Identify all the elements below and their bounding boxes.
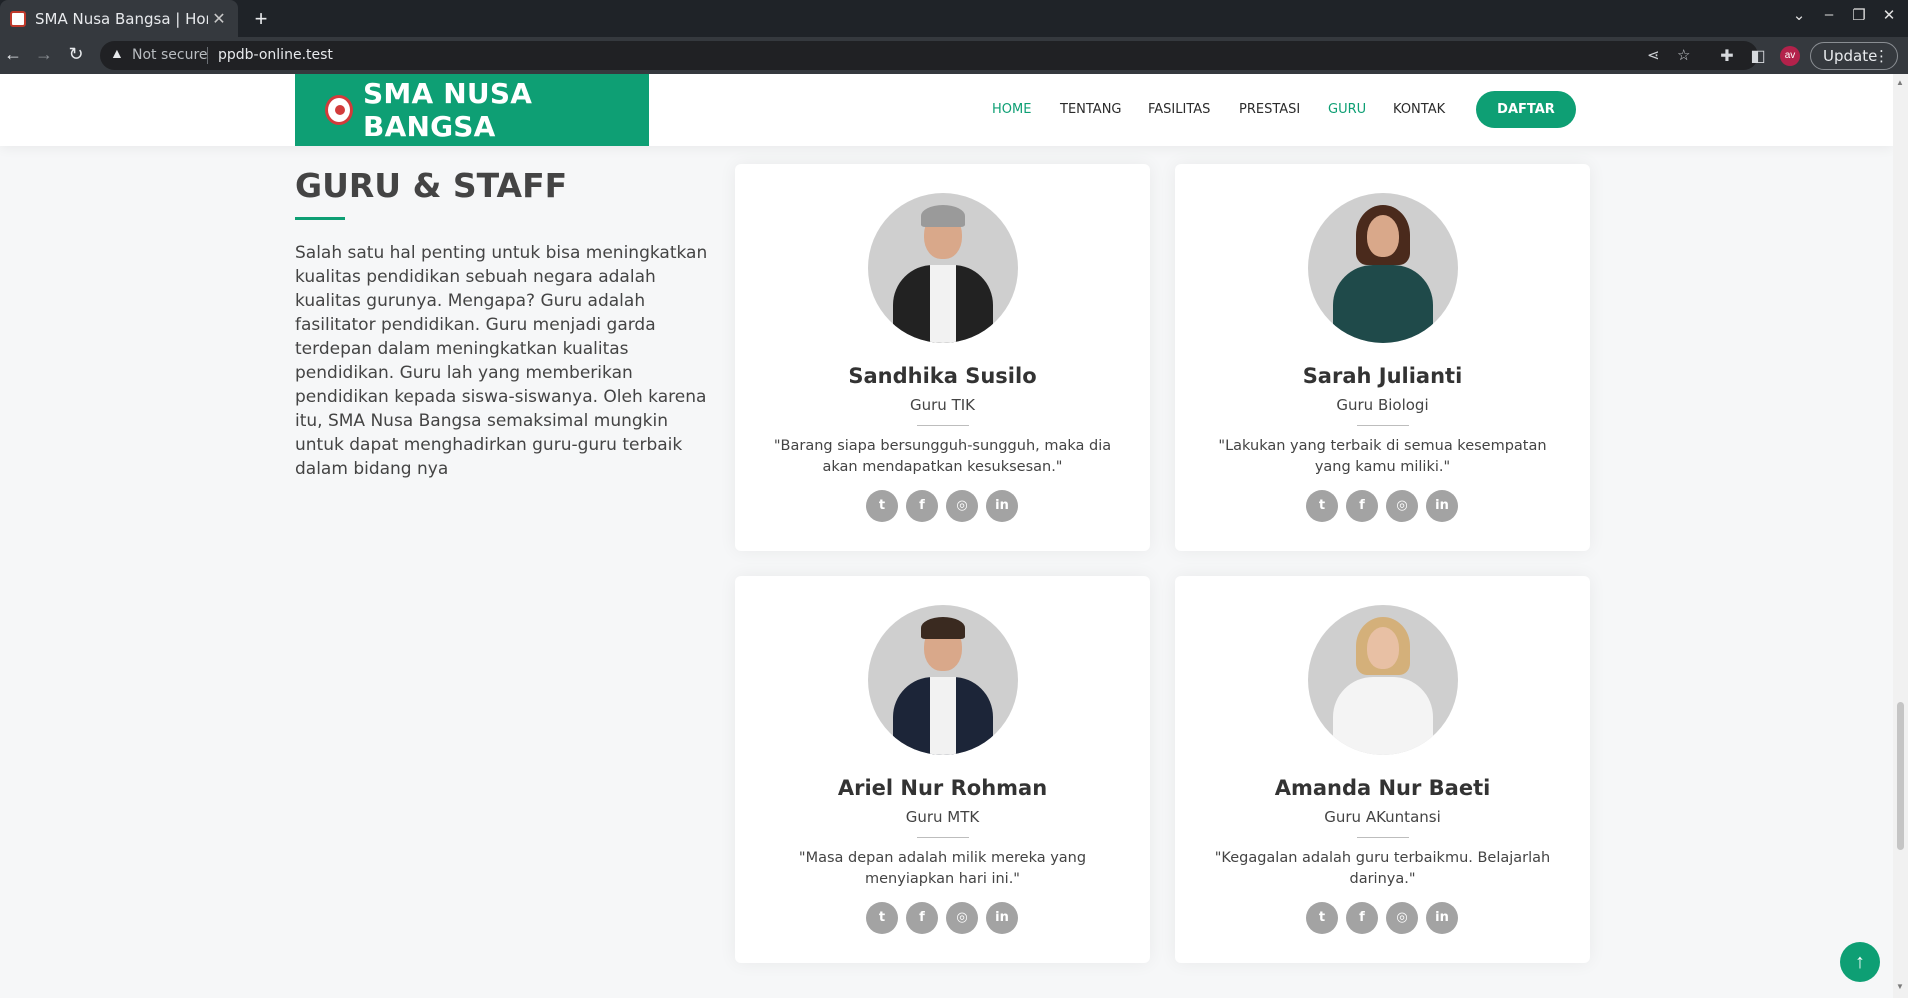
url-text[interactable]: ppdb-online.test	[218, 47, 333, 63]
linkedin-icon[interactable]: in	[986, 490, 1018, 522]
teacher-photo	[868, 605, 1018, 755]
section-title: GURU & STAFF	[295, 166, 568, 205]
role-divider	[1357, 837, 1409, 838]
role-divider	[917, 425, 969, 426]
share-icon[interactable]: ⋖	[1647, 46, 1660, 64]
nav-fasilitas[interactable]: FASILITAS	[1148, 102, 1210, 117]
role-divider	[917, 837, 969, 838]
title-underline	[295, 217, 345, 220]
warning-icon[interactable]: ▲	[110, 45, 124, 61]
menu-icon: ⋮	[1874, 47, 1889, 65]
scroll-down-icon[interactable]: ▼	[1896, 982, 1904, 991]
back-icon[interactable]: ←	[2, 44, 24, 65]
instagram-icon[interactable]: ◎	[946, 902, 978, 934]
teacher-role: Guru AKuntansi	[1324, 808, 1441, 826]
update-button[interactable]: Update ⋮	[1810, 42, 1898, 70]
facebook-icon[interactable]: f	[1346, 902, 1378, 934]
twitter-icon[interactable]: t	[866, 902, 898, 934]
site-favicon-icon	[10, 10, 26, 27]
teacher-quote: "Kegagalan adalah guru terbaikmu. Belaja…	[1214, 850, 1551, 887]
star-icon[interactable]: ☆	[1677, 46, 1690, 64]
back-to-top-button[interactable]: ↑	[1840, 942, 1880, 982]
linkedin-icon[interactable]: in	[1426, 490, 1458, 522]
security-label[interactable]: Not secure	[132, 47, 208, 63]
teacher-card: Amanda Nur Baeti Guru AKuntansi "Kegagal…	[1175, 576, 1590, 963]
teacher-role: Guru TIK	[910, 396, 975, 414]
facebook-icon[interactable]: f	[906, 490, 938, 522]
teacher-role: Guru Biologi	[1336, 396, 1429, 414]
school-emblem-icon	[325, 95, 354, 125]
role-divider	[1357, 425, 1409, 426]
teacher-card: Ariel Nur Rohman Guru MTK "Masa depan ad…	[735, 576, 1150, 963]
extensions-icon[interactable]: ✚	[1717, 46, 1737, 66]
instagram-icon[interactable]: ◎	[946, 490, 978, 522]
minimize-icon[interactable]: –	[1818, 6, 1840, 23]
tab-close-icon[interactable]: ✕	[208, 9, 230, 29]
teacher-name: Sandhika Susilo	[848, 364, 1037, 388]
sidepanel-icon[interactable]: ◧	[1748, 46, 1768, 66]
teacher-quote: "Lakukan yang terbaik di semua kesempata…	[1218, 438, 1547, 475]
twitter-icon[interactable]: t	[1306, 902, 1338, 934]
nav-guru[interactable]: GURU	[1328, 102, 1366, 117]
profile-avatar[interactable]: av	[1780, 46, 1800, 66]
logo-text: SMA NUSA BANGSA	[363, 77, 533, 143]
teacher-quote: "Masa depan adalah milik mereka yang men…	[798, 850, 1087, 887]
new-tab-button[interactable]: +	[250, 6, 272, 32]
restore-icon[interactable]: ❐	[1848, 6, 1870, 24]
teacher-card: Sarah Julianti Guru Biologi "Lakukan yan…	[1175, 164, 1590, 551]
teacher-photo	[868, 193, 1018, 343]
nav-prestasi[interactable]: PRESTASI	[1239, 102, 1300, 117]
teacher-card: Sandhika Susilo Guru TIK "Barang siapa b…	[735, 164, 1150, 551]
nav-tentang[interactable]: TENTANG	[1060, 102, 1122, 117]
reload-icon[interactable]: ↻	[65, 44, 87, 65]
page-scrollbar[interactable]: ▲ ▼	[1893, 74, 1908, 998]
page-viewport: SMA NUSA BANGSA HOME TENTANG FASILITAS P…	[0, 74, 1893, 998]
update-label: Update	[1823, 47, 1878, 65]
twitter-icon[interactable]: t	[866, 490, 898, 522]
teacher-name: Amanda Nur Baeti	[1274, 776, 1491, 800]
social-links: t f ◎ in	[866, 902, 1026, 934]
social-links: t f ◎ in	[1306, 902, 1466, 934]
facebook-icon[interactable]: f	[906, 902, 938, 934]
site-logo[interactable]: SMA NUSA BANGSA	[295, 74, 649, 146]
address-bar[interactable]: ▲ Not secure ppdb-online.test ⋖ ☆	[100, 41, 1758, 70]
scroll-up-icon[interactable]: ▲	[1896, 78, 1904, 87]
facebook-icon[interactable]: f	[1346, 490, 1378, 522]
linkedin-icon[interactable]: in	[986, 902, 1018, 934]
scrollbar-thumb[interactable]	[1897, 702, 1904, 850]
teacher-name: Sarah Julianti	[1302, 364, 1463, 388]
nav-home[interactable]: HOME	[992, 102, 1031, 117]
tab-search-icon[interactable]: ⌄	[1788, 6, 1810, 24]
instagram-icon[interactable]: ◎	[1386, 490, 1418, 522]
tab-title: SMA Nusa Bangsa | Home	[35, 9, 208, 28]
section-description: Salah satu hal penting untuk bisa mening…	[295, 243, 708, 479]
nav-kontak[interactable]: KONTAK	[1393, 102, 1445, 117]
social-links: t f ◎ in	[1306, 490, 1466, 522]
teacher-photo	[1308, 193, 1458, 343]
daftar-button[interactable]: DAFTAR	[1476, 91, 1576, 128]
teacher-quote: "Barang siapa bersungguh-sungguh, maka d…	[773, 438, 1112, 475]
instagram-icon[interactable]: ◎	[1386, 902, 1418, 934]
social-links: t f ◎ in	[866, 490, 1026, 522]
linkedin-icon[interactable]: in	[1426, 902, 1458, 934]
close-window-icon[interactable]: ✕	[1878, 6, 1900, 24]
browser-toolbar: ← → ↻ ▲ Not secure ppdb-online.test ⋖ ☆ …	[0, 37, 1908, 74]
teacher-photo	[1308, 605, 1458, 755]
twitter-icon[interactable]: t	[1306, 490, 1338, 522]
omnibox-separator	[207, 47, 208, 64]
teacher-name: Ariel Nur Rohman	[837, 776, 1048, 800]
teacher-role: Guru MTK	[905, 808, 980, 826]
forward-icon[interactable]: →	[33, 44, 55, 65]
browser-tab-bar: SMA Nusa Bangsa | Home ✕ + ⌄ – ❐ ✕	[0, 0, 1908, 37]
site-header: SMA NUSA BANGSA HOME TENTANG FASILITAS P…	[0, 74, 1893, 146]
browser-tab[interactable]: SMA Nusa Bangsa | Home ✕	[0, 0, 238, 37]
